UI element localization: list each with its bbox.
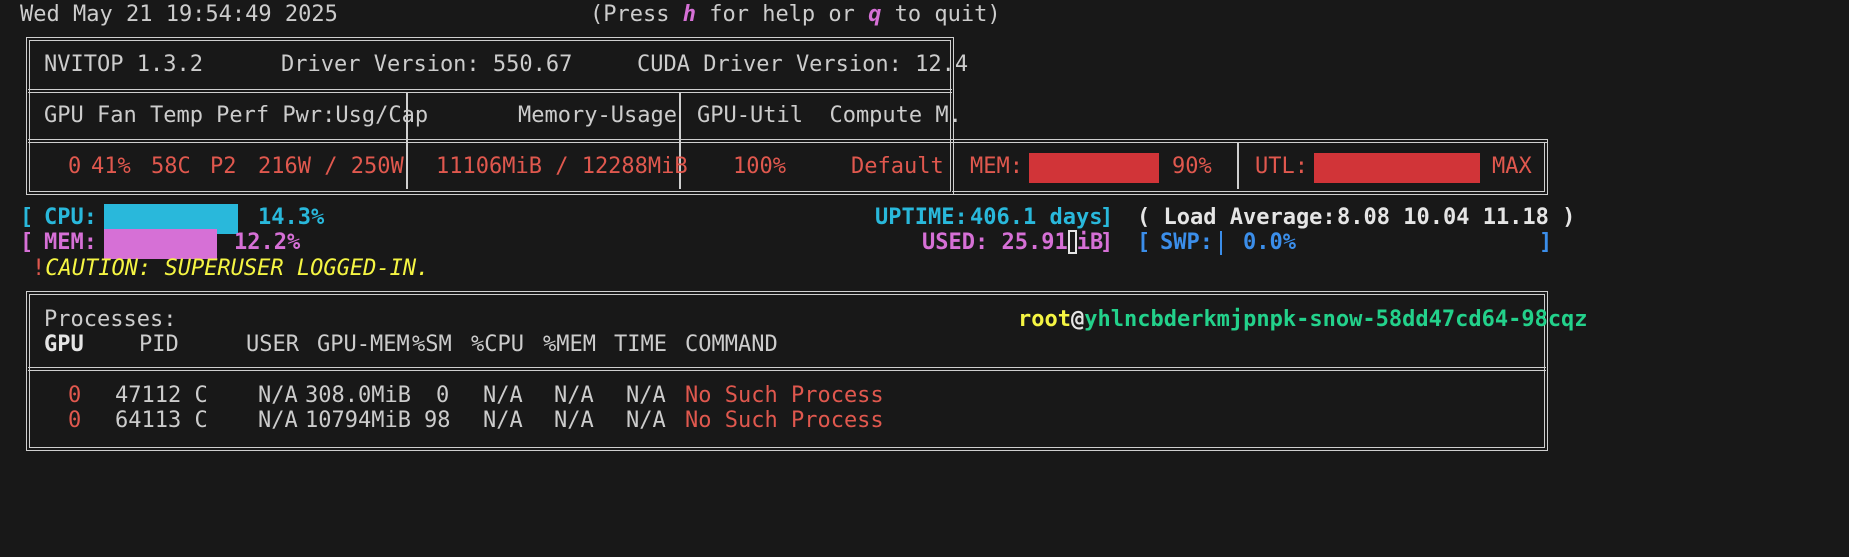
proc-header-user: USER <box>246 332 299 357</box>
proc-header-cpu: %CPU <box>471 332 524 357</box>
quit-key[interactable]: q <box>868 2 881 27</box>
used-label: USED: <box>922 230 989 255</box>
proc-header-gpu: GPU <box>44 332 84 357</box>
hostname: yhlncbderkmjpnpk-snow-58dd47cd64-98cqz <box>1084 307 1588 332</box>
swp-label: SWP: <box>1160 230 1213 255</box>
gpu-util: 100% <box>733 154 786 179</box>
used-memory: USED: 25.91GiB <box>922 228 1103 258</box>
help-key[interactable]: h <box>683 2 696 27</box>
username: root <box>1018 307 1071 332</box>
swp-bracket-open: [ <box>1137 230 1151 255</box>
proc-header-sm: %SM <box>412 332 452 357</box>
proc-user: N/A <box>258 408 298 433</box>
gpu-col-header-2: Memory-Usage <box>518 103 677 128</box>
swp-bracket-close: ] <box>1539 230 1553 255</box>
used-bracket-close: ] <box>1100 230 1114 255</box>
used-value: 25.91 <box>1001 230 1068 255</box>
gpu-col-sep-3 <box>1237 143 1239 189</box>
gpu-utl-bar-label: UTL: <box>1255 154 1308 179</box>
gpu-compute-mode: Default <box>851 154 944 179</box>
processes-divider <box>28 367 1546 371</box>
caution-line: !CAUTION: SUPERUSER LOGGED-IN. <box>32 254 429 284</box>
driver-version: Driver Version: 550.67 <box>281 52 573 77</box>
cuda-version: CUDA Driver Version: 12.4 <box>637 52 969 77</box>
proc-header-mem: %MEM <box>543 332 596 357</box>
proc-header-pid: PID <box>139 332 179 357</box>
proc-time: N/A <box>626 408 666 433</box>
proc-gpu-mem: 10794MiB <box>305 408 411 433</box>
caution-text: CAUTION: SUPERUSER LOGGED-IN. <box>45 256 430 281</box>
gpu-index: 0 <box>68 154 82 179</box>
swp-bar <box>1220 231 1222 255</box>
proc-header-gpu-mem: GPU-MEM <box>317 332 410 357</box>
proc-sm: 98 <box>424 408 451 433</box>
proc-pid: 64113 C <box>115 408 208 433</box>
help-hint-close: to quit) <box>881 2 1001 27</box>
gpu-col-header-1: GPU Fan Temp Perf Pwr:Usg/Cap <box>44 103 429 128</box>
gpu-col-header-3: GPU-Util Compute M. <box>697 103 962 128</box>
help-hint-mid: for help or <box>695 2 869 27</box>
help-hint-open: (Press <box>590 2 683 27</box>
gpu-memory-usage: 11106MiB / 12288MiB <box>436 154 688 179</box>
proc-cpu: N/A <box>483 408 523 433</box>
gpu-utl-bar-value: MAX <box>1492 154 1532 179</box>
gpu-table-divider-1 <box>28 89 952 93</box>
datetime: Wed May 21 19:54:49 2025 <box>20 2 338 27</box>
terminal-cursor: G <box>1067 230 1077 254</box>
gpu-power: 216W / 250W <box>258 154 404 179</box>
at-sign: @ <box>1070 307 1085 332</box>
gpu-fan: 41% <box>91 154 131 179</box>
gpu-perf: P2 <box>210 154 237 179</box>
proc-header-command: COMMAND <box>685 332 778 357</box>
gpu-mem-bar-label: MEM: <box>970 154 1023 179</box>
swp-pct: 0.0% <box>1243 230 1296 255</box>
gpu-utl-bar <box>1314 153 1480 183</box>
help-hint: (Press h for help or q to quit) <box>590 0 1001 30</box>
gpu-mem-bar <box>1029 153 1159 183</box>
user-host: root@yhlncbderkmjpnpk-snow-58dd47cd64-98… <box>1018 305 1588 335</box>
gpu-mem-bar-pct: 90% <box>1172 154 1212 179</box>
proc-header-time: TIME <box>614 332 667 357</box>
gpu-temp: 58C <box>151 154 191 179</box>
proc-command: No Such Process <box>685 408 884 433</box>
caution-mark: ! <box>32 256 46 281</box>
proc-gpu: 0 <box>68 408 82 433</box>
proc-mem: N/A <box>554 408 594 433</box>
nvitop-version: NVITOP 1.3.2 <box>44 52 203 77</box>
